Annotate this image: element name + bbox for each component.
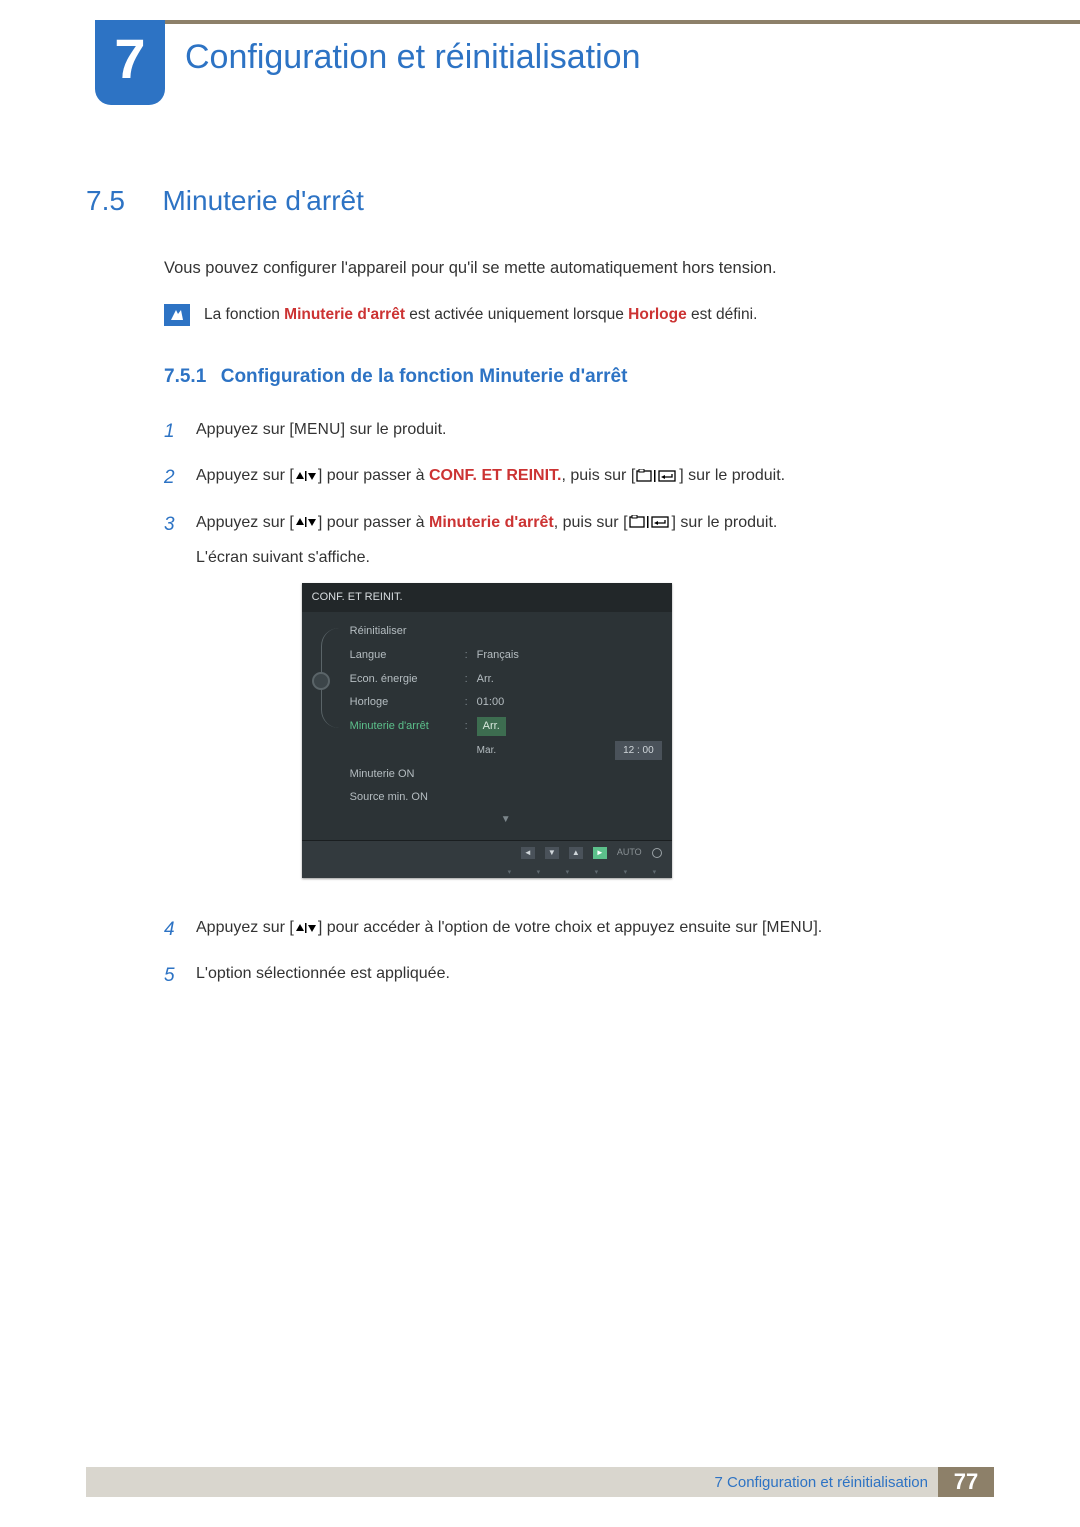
menu-key: MENU: [294, 421, 341, 438]
step-3: 3 Appuyez sur [] pour passer à Minuterie…: [164, 509, 994, 900]
osd-row-sub: Mar.12 : 00: [350, 738, 662, 762]
up-down-icon: [295, 922, 317, 934]
footer-label: 7 Configuration et réinitialisation: [715, 1474, 938, 1491]
step-1: 1 Appuyez sur [MENU] sur le produit.: [164, 416, 994, 448]
chapter-number: 7: [114, 26, 145, 91]
main-content: 7.5 Minuterie d'arrêt Vous pouvez config…: [86, 185, 994, 1006]
subsection-number: 7.5.1: [164, 366, 206, 387]
gear-icon: [312, 672, 330, 690]
note-icon: [164, 304, 190, 326]
page-number: 77: [938, 1467, 994, 1497]
osd-down-icon: ▼: [545, 847, 559, 859]
up-down-icon: [295, 470, 317, 482]
section-number: 7.5: [86, 185, 158, 217]
osd-left-icon: ◄: [521, 847, 535, 859]
osd-up-icon: ▲: [569, 847, 583, 859]
note-text: La fonction Minuterie d'arrêt est activé…: [204, 304, 757, 324]
osd-row-reinitialiser: Réinitialiser: [350, 620, 662, 644]
osd-row-minuterie-arret: Minuterie d'arrêt:Arr.: [350, 714, 662, 738]
step-5: 5 L'option sélectionnée est appliquée.: [164, 960, 994, 992]
osd-title: CONF. ET REINIT.: [302, 583, 672, 612]
osd-power-icon: [652, 848, 662, 858]
osd-enter-icon: ►: [593, 847, 607, 859]
osd-row-langue: Langue:Français: [350, 643, 662, 667]
osd-footer: ◄ ▼ ▲ ► AUTO: [302, 840, 672, 864]
osd-row-source: Source min. ON: [350, 786, 662, 810]
osd-screenshot: CONF. ET REINIT. Réinitialiser Langue:Fr…: [302, 583, 672, 878]
section-heading: 7.5 Minuterie d'arrêt: [86, 185, 994, 217]
osd-dial: [302, 620, 350, 833]
chapter-title: Configuration et réinitialisation: [185, 38, 640, 77]
intro-text: Vous pouvez configurer l'appareil pour q…: [164, 259, 994, 278]
steps-list: 1 Appuyez sur [MENU] sur le produit. 2 A…: [164, 416, 994, 992]
source-enter-icon: [636, 469, 678, 483]
top-band: [165, 20, 1080, 24]
osd-auto-label: AUTO: [617, 845, 642, 860]
osd-row-minuterie-on: Minuterie ON: [350, 762, 662, 786]
step-4: 4 Appuyez sur [] pour accéder à l'option…: [164, 914, 994, 946]
menu-key: MENU: [766, 919, 813, 936]
section-title: Minuterie d'arrêt: [162, 185, 363, 216]
osd-row-econ: Econ. énergie:Arr.: [350, 667, 662, 691]
note: La fonction Minuterie d'arrêt est activé…: [164, 304, 994, 326]
subsection-title: Configuration de la fonction Minuterie d…: [221, 366, 628, 387]
osd-row-horloge: Horloge:01:00: [350, 691, 662, 715]
subsection-heading: 7.5.1 Configuration de la fonction Minut…: [164, 366, 994, 388]
chapter-tab: 7: [95, 20, 165, 105]
osd-more-icon: ▼: [350, 809, 662, 832]
step-2: 2 Appuyez sur [] pour passer à CONF. ET …: [164, 462, 994, 494]
up-down-icon: [295, 516, 317, 528]
osd-menu: Réinitialiser Langue:Français Econ. éner…: [350, 620, 672, 833]
footer: 7 Configuration et réinitialisation 77: [86, 1467, 994, 1497]
source-enter-icon: [629, 515, 671, 529]
